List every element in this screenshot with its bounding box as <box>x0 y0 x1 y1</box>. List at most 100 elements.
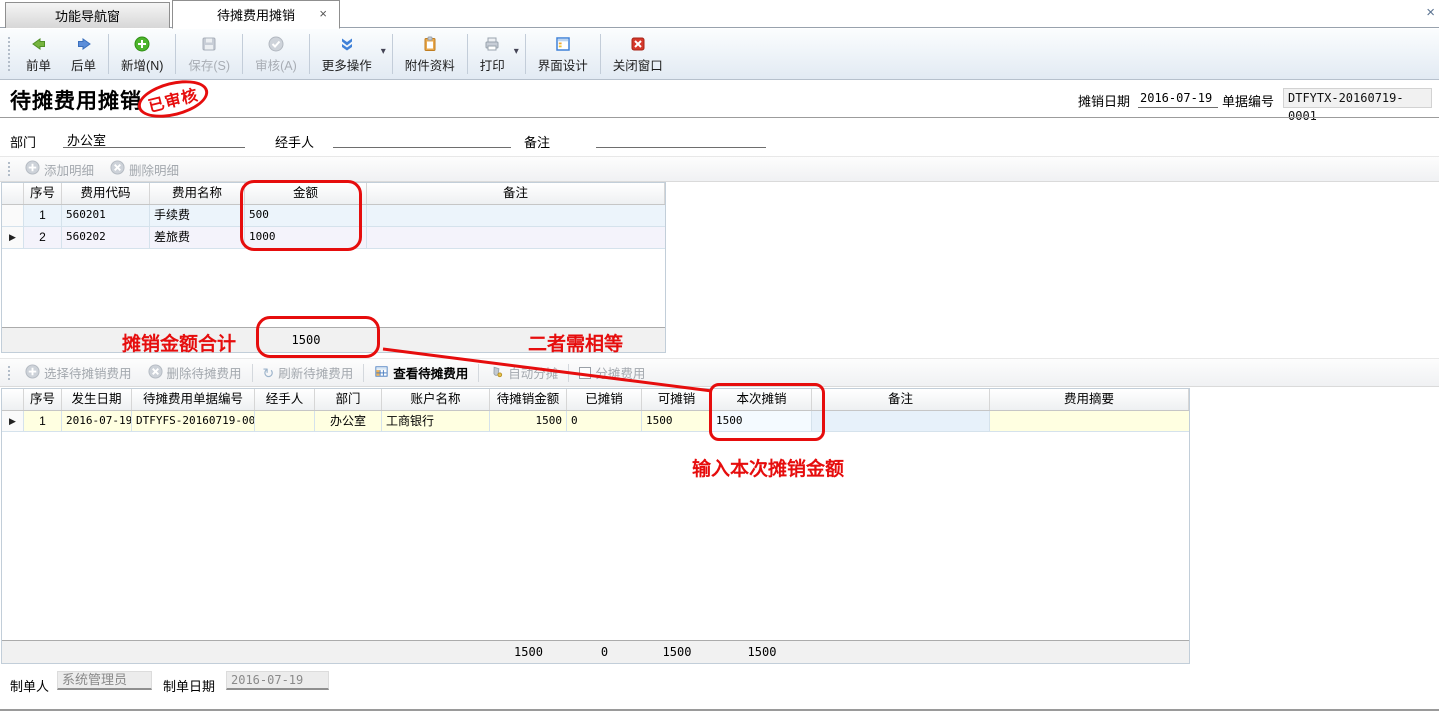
table-cell[interactable]: 1500 <box>490 411 567 431</box>
refresh-pending-expense-button[interactable]: ↻ 刷新待摊费用 <box>255 361 362 384</box>
more-actions-button[interactable]: 更多操作 ▾ <box>312 29 390 79</box>
add-new-button[interactable]: 新增(N) <box>111 29 173 79</box>
col-header[interactable]: 已摊销 <box>567 389 642 410</box>
window-close-icon[interactable]: × <box>1426 4 1435 21</box>
tab-close-icon[interactable]: × <box>319 7 327 21</box>
col-header[interactable]: 序号 <box>24 389 62 410</box>
col-header[interactable]: 部门 <box>315 389 382 410</box>
table-cell[interactable] <box>367 205 665 226</box>
creator-field: 系统管理员 <box>57 671 152 690</box>
table-cell[interactable]: 1500 <box>642 411 712 431</box>
auto-split-icon <box>489 364 504 382</box>
creator-label: 制单人 <box>10 676 49 695</box>
total-amortized-value: 0 <box>567 645 642 659</box>
table-cell[interactable]: 2016-07-19 <box>62 411 132 431</box>
checkbox-icon[interactable] <box>579 367 591 379</box>
table-cell[interactable]: 差旅费 <box>150 227 245 248</box>
toolbar-separator <box>467 34 468 74</box>
remark-field[interactable] <box>596 129 766 148</box>
tab-nav-window[interactable]: 功能导航窗 <box>5 2 170 28</box>
double-chevron-down-icon <box>339 35 355 53</box>
next-doc-button[interactable]: 后单 <box>61 29 106 79</box>
add-circle-icon <box>25 160 40 178</box>
table-row[interactable]: ▶ 2 560202 差旅费 1000 <box>2 227 665 249</box>
plus-circle-icon <box>134 35 150 53</box>
attachments-button[interactable]: 附件资料 <box>395 29 465 79</box>
add-detail-button[interactable]: 添加明细 <box>17 158 102 181</box>
col-header[interactable]: 待摊费用单据编号 <box>132 389 255 410</box>
table-cell[interactable]: 0 <box>567 411 642 431</box>
table-cell[interactable]: 工商银行 <box>382 411 490 431</box>
pending-expense-table: 序号 发生日期 待摊费用单据编号 经手人 部门 账户名称 待摊销金额 已摊销 可… <box>1 388 1190 664</box>
col-header[interactable]: 费用代码 <box>62 183 150 204</box>
row-selector-header <box>2 389 24 410</box>
table-cell[interactable]: 1000 <box>245 227 367 248</box>
table-cell[interactable] <box>990 411 1189 431</box>
col-header[interactable]: 待摊销金额 <box>490 389 567 410</box>
toolbar-separator <box>600 34 601 74</box>
table-cell[interactable]: 500 <box>245 205 367 226</box>
view-pending-expense-button[interactable]: 查看待摊费用 <box>366 361 476 384</box>
amount-total-value: 1500 <box>245 333 367 347</box>
toolbar-separator <box>175 34 176 74</box>
table-cell[interactable]: 560201 <box>62 205 150 226</box>
arrow-left-icon <box>31 35 47 53</box>
toolbar-separator <box>568 364 569 382</box>
toolbar-grip <box>8 37 12 71</box>
col-header[interactable]: 发生日期 <box>62 389 132 410</box>
row-selector-cell[interactable]: ▶ <box>2 411 24 431</box>
dept-field[interactable]: 办公室 <box>63 129 245 148</box>
table-cell[interactable]: 2 <box>24 227 62 248</box>
row-selector-cell[interactable] <box>2 205 24 226</box>
table-row[interactable]: ▶ 1 2016-07-19 DTFYFS-20160719-00 办公室 工商… <box>2 411 1189 432</box>
dropdown-caret-icon[interactable]: ▾ <box>514 46 519 57</box>
row-selector-cell[interactable]: ▶ <box>2 227 24 248</box>
ui-design-button[interactable]: 界面设计 <box>528 29 598 79</box>
handler-label: 经手人 <box>275 132 314 151</box>
print-button[interactable]: 打印 ▾ <box>470 29 523 79</box>
table-row[interactable]: 1 560201 手续费 500 <box>2 205 665 227</box>
col-header[interactable]: 费用名称 <box>150 183 245 204</box>
col-header[interactable]: 备注 <box>367 183 665 204</box>
select-pending-expense-button[interactable]: 选择待摊销费用 <box>17 361 140 384</box>
auto-split-button[interactable]: 自动分摊 <box>481 361 566 384</box>
total-current-value: 1500 <box>712 645 812 659</box>
dept-label: 部门 <box>10 132 36 151</box>
col-header[interactable]: 费用摘要 <box>990 389 1189 410</box>
tab-label: 功能导航窗 <box>55 6 120 25</box>
table-cell[interactable] <box>255 411 315 431</box>
dropdown-caret-icon[interactable]: ▾ <box>381 46 386 57</box>
col-header[interactable]: 经手人 <box>255 389 315 410</box>
col-header[interactable]: 账户名称 <box>382 389 490 410</box>
current-amortize-cell[interactable]: 1500 <box>712 411 812 431</box>
col-header[interactable]: 备注 <box>812 389 990 410</box>
table-cell[interactable] <box>812 411 990 431</box>
table-cell[interactable] <box>367 227 665 248</box>
col-header[interactable]: 可摊销 <box>642 389 712 410</box>
amount-total-row: 1500 <box>2 327 665 352</box>
amort-date-label: 摊销日期 <box>1078 91 1130 110</box>
table-cell[interactable]: DTFYFS-20160719-00 <box>132 411 255 431</box>
table-cell[interactable]: 办公室 <box>315 411 382 431</box>
table-cell[interactable]: 1 <box>24 411 62 431</box>
add-circle-icon <box>25 364 40 382</box>
col-header[interactable]: 金额 <box>245 183 367 204</box>
col-header[interactable]: 本次摊销 <box>712 389 812 410</box>
audit-button[interactable]: 审核(A) <box>245 29 307 79</box>
col-header[interactable]: 序号 <box>24 183 62 204</box>
close-window-button[interactable]: 关闭窗口 <box>603 29 673 79</box>
remove-detail-button[interactable]: 删除明细 <box>102 158 187 181</box>
handler-field[interactable] <box>333 129 511 148</box>
table-cell[interactable]: 1 <box>24 205 62 226</box>
amort-date-value[interactable]: 2016-07-19 <box>1138 90 1218 108</box>
table-header-row: 序号 发生日期 待摊费用单据编号 经手人 部门 账户名称 待摊销金额 已摊销 可… <box>2 389 1189 411</box>
split-expense-checkbox[interactable]: 分摊费用 <box>571 361 653 384</box>
table-cell[interactable]: 手续费 <box>150 205 245 226</box>
tab-pending-amortization[interactable]: 待摊费用摊销 × <box>172 0 340 29</box>
close-red-icon <box>630 35 646 53</box>
delete-pending-expense-button[interactable]: 删除待摊费用 <box>140 361 250 384</box>
table-cell[interactable]: 560202 <box>62 227 150 248</box>
save-button[interactable]: 保存(S) <box>178 29 240 79</box>
prev-doc-button[interactable]: 前单 <box>16 29 61 79</box>
toolbar-separator <box>242 34 243 74</box>
